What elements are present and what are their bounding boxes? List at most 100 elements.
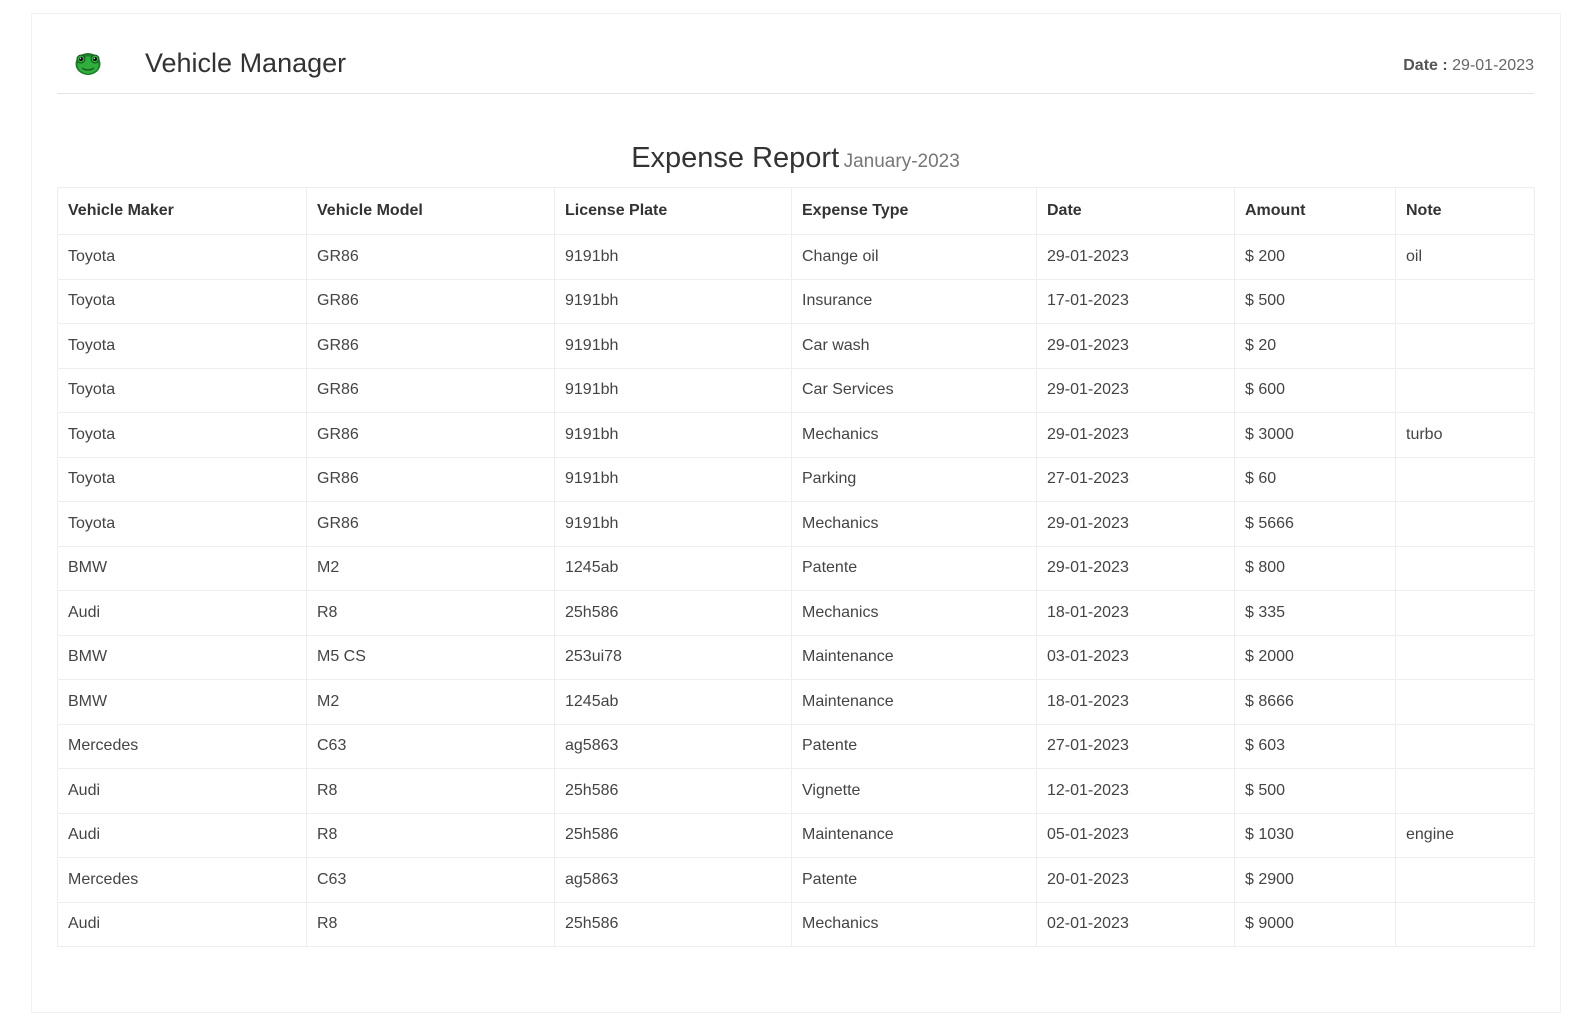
table-cell: GR86 [306, 412, 555, 458]
table-cell: engine [1395, 812, 1535, 858]
column-header: Note [1395, 187, 1535, 235]
table-cell: Mechanics [791, 501, 1037, 547]
table-cell: Maintenance [791, 812, 1037, 858]
table-row: Audi R8 25h586 Maintenance 05-01-2023 $ 1030 e… [57, 812, 1535, 858]
table-cell: C63 [306, 857, 555, 903]
date-label: Date : [1403, 57, 1448, 74]
table-header-row: Vehicle Maker Vehicle Model License Plat… [57, 187, 1535, 235]
table-cell: Mercedes [57, 857, 307, 903]
table-cell: Audi [57, 590, 307, 636]
table-cell: Patente [791, 545, 1037, 591]
table-cell: Patente [791, 723, 1037, 769]
table-cell: Change oil [791, 234, 1037, 280]
table-row: Toyota GR86 9191bh Parking 27-01-2023 $ 60 [57, 456, 1535, 502]
header-date: Date : 29-01-2023 [1403, 57, 1534, 75]
table-cell: 27-01-2023 [1036, 456, 1235, 502]
table-cell: Mechanics [791, 901, 1037, 947]
column-header: Vehicle Model [306, 187, 555, 235]
table-row: Audi R8 25h586 Vignette 12-01-2023 $ 500 [57, 768, 1535, 814]
table-cell [1395, 456, 1535, 502]
table-cell: Vignette [791, 768, 1037, 814]
table-cell: $ 8666 [1234, 679, 1396, 725]
table-cell: $ 20 [1234, 323, 1396, 369]
table-cell: Toyota [57, 456, 307, 502]
table-cell: $ 5666 [1234, 501, 1396, 547]
table-row: Toyota GR86 9191bh Change oil 29-01-2023 $ 20… [57, 234, 1535, 280]
table-row: Toyota GR86 9191bh Car Services 29-01-2023 $ … [57, 367, 1535, 413]
table-cell [1395, 901, 1535, 947]
table-cell: turbo [1395, 412, 1535, 458]
table-cell [1395, 278, 1535, 324]
column-header: Expense Type [791, 187, 1037, 235]
table-cell: $ 9000 [1234, 901, 1396, 947]
table-row: Audi R8 25h586 Mechanics 18-01-2023 $ 335 [57, 590, 1535, 636]
table-cell [1395, 590, 1535, 636]
table-cell: BMW [57, 679, 307, 725]
table-cell: Toyota [57, 501, 307, 547]
table-cell: R8 [306, 901, 555, 947]
table-cell: Mechanics [791, 412, 1037, 458]
table-cell: GR86 [306, 278, 555, 324]
table-cell: $ 3000 [1234, 412, 1396, 458]
table-cell: R8 [306, 590, 555, 636]
table-row: Mercedes C63 ag5863 Patente 20-01-2023 $ 2900 [57, 857, 1535, 903]
table-cell: Audi [57, 901, 307, 947]
table-cell: R8 [306, 812, 555, 858]
table-cell: ag5863 [554, 723, 792, 769]
table-cell: $ 800 [1234, 545, 1396, 591]
column-header: Amount [1234, 187, 1396, 235]
table-row: BMW M2 1245ab Maintenance 18-01-2023 $ 8666 [57, 679, 1535, 725]
table-cell: $ 200 [1234, 234, 1396, 280]
table-cell: Mechanics [791, 590, 1037, 636]
table-cell [1395, 857, 1535, 903]
table-cell: 18-01-2023 [1036, 679, 1235, 725]
table-cell: BMW [57, 634, 307, 680]
table-cell: 9191bh [554, 412, 792, 458]
table-cell: Audi [57, 768, 307, 814]
table-cell: 9191bh [554, 501, 792, 547]
table-cell: Audi [57, 812, 307, 858]
table-row: Mercedes C63 ag5863 Patente 27-01-2023 $ 603 [57, 723, 1535, 769]
table-cell: 17-01-2023 [1036, 278, 1235, 324]
table-cell: 25h586 [554, 590, 792, 636]
table-cell: 18-01-2023 [1036, 590, 1235, 636]
table-cell: 29-01-2023 [1036, 234, 1235, 280]
table-row: Toyota GR86 9191bh Insurance 17-01-2023 $ 500 [57, 278, 1535, 324]
table-cell: 29-01-2023 [1036, 501, 1235, 547]
table-cell: 253ui78 [554, 634, 792, 680]
table-cell: $ 1030 [1234, 812, 1396, 858]
date-value: 29-01-2023 [1452, 57, 1534, 74]
table-cell: Patente [791, 857, 1037, 903]
table-cell: $ 2000 [1234, 634, 1396, 680]
table-cell [1395, 634, 1535, 680]
table-cell: 20-01-2023 [1036, 857, 1235, 903]
table-cell: Mercedes [57, 723, 307, 769]
table-row: BMW M5 CS 253ui78 Maintenance 03-01-2023 $ 20… [57, 634, 1535, 680]
table-cell [1395, 323, 1535, 369]
table-cell: C63 [306, 723, 555, 769]
report-title: Expense Report [631, 142, 840, 174]
column-header: License Plate [554, 187, 792, 235]
table-cell: 29-01-2023 [1036, 412, 1235, 458]
table-row: BMW M2 1245ab Patente 29-01-2023 $ 800 [57, 545, 1535, 591]
frog-logo-icon[interactable] [74, 50, 102, 76]
table-cell: Maintenance [791, 679, 1037, 725]
table-cell: Toyota [57, 367, 307, 413]
table-cell: 9191bh [554, 323, 792, 369]
table-cell: GR86 [306, 323, 555, 369]
table-cell: GR86 [306, 456, 555, 502]
table-cell: GR86 [306, 501, 555, 547]
table-cell: 03-01-2023 [1036, 634, 1235, 680]
table-cell: GR86 [306, 234, 555, 280]
table-cell: $ 603 [1234, 723, 1396, 769]
table-cell: Car wash [791, 323, 1037, 369]
table-cell [1395, 723, 1535, 769]
table-cell: Toyota [57, 234, 307, 280]
table-cell: $ 500 [1234, 278, 1396, 324]
table-cell: 27-01-2023 [1036, 723, 1235, 769]
table-cell: Toyota [57, 412, 307, 458]
table-cell [1395, 501, 1535, 547]
table-cell: 25h586 [554, 768, 792, 814]
table-cell: M5 CS [306, 634, 555, 680]
table-cell: $ 60 [1234, 456, 1396, 502]
